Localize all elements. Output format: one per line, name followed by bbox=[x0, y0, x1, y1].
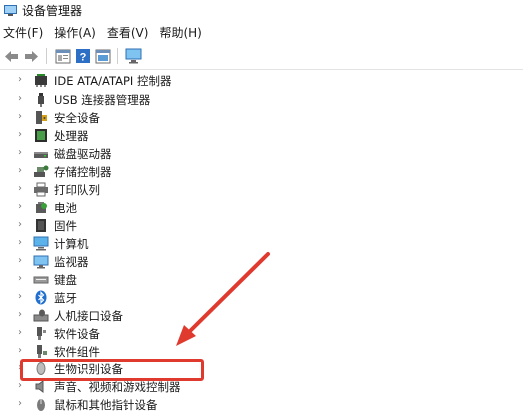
annotation-arrow bbox=[176, 252, 270, 346]
